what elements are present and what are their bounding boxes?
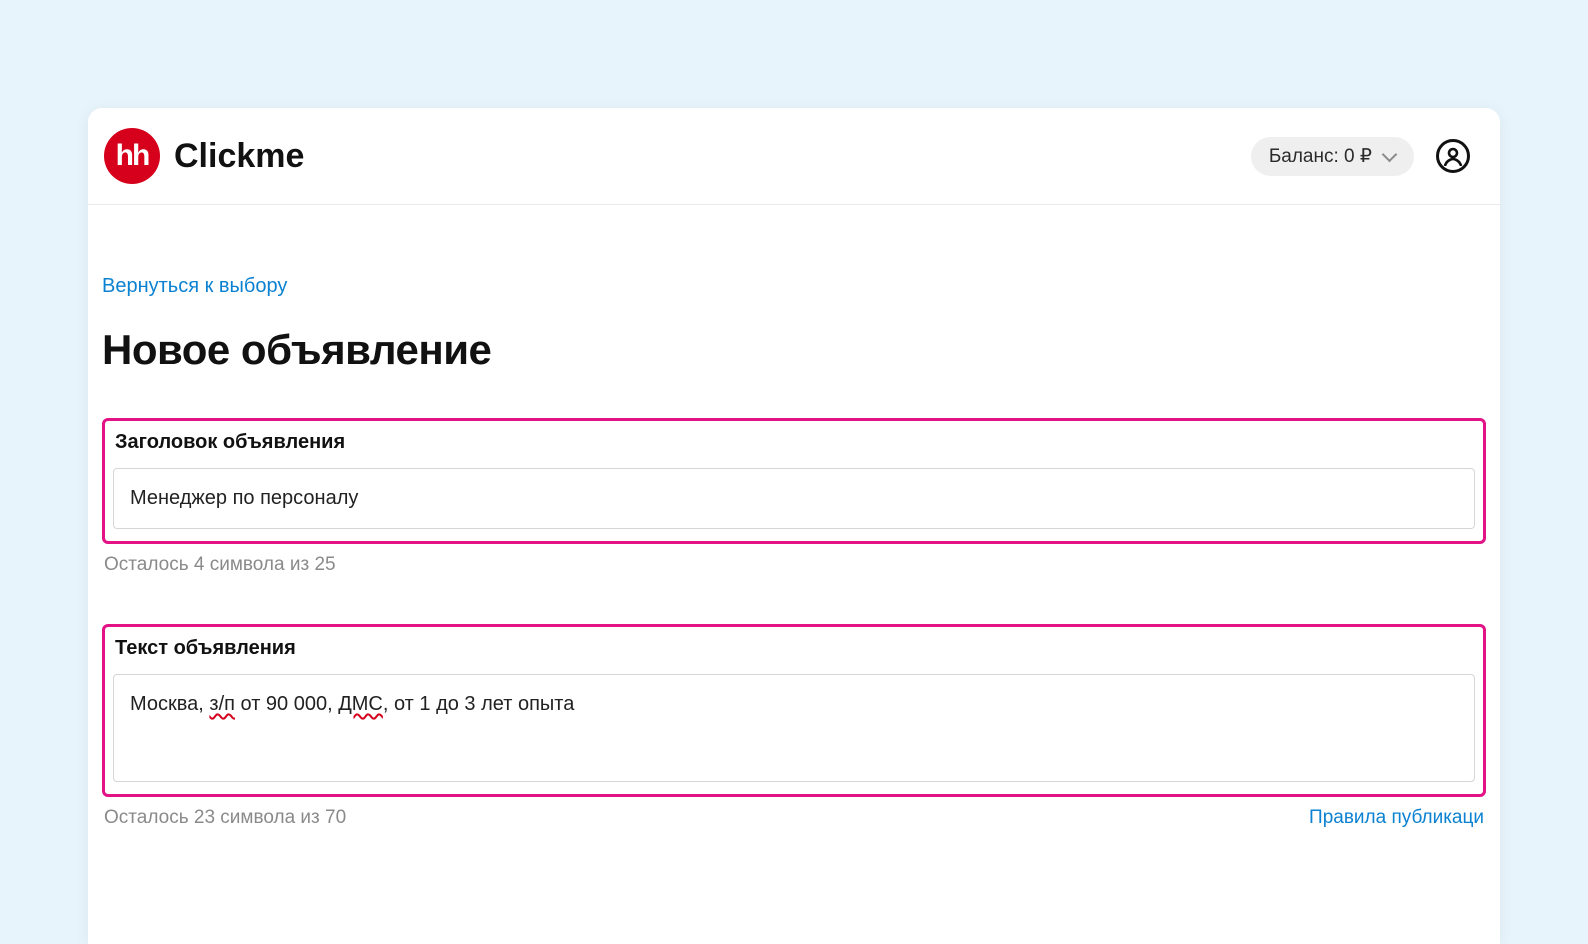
body-text-fragment: з/п [209,693,235,715]
brand-name: Clickme [174,137,304,176]
header: hh Clickme Баланс: 0 ₽ [88,108,1500,205]
body-textarea[interactable]: Москва, з/п от 90 000, ДМС, от 1 до 3 ле… [113,674,1475,782]
brand: hh Clickme [104,128,304,184]
publication-rules-link[interactable]: Правила публикаци [1309,807,1484,829]
title-input[interactable] [113,468,1475,529]
body-remaining-text: Осталось 23 символа из 70 [104,807,346,829]
hh-logo-icon: hh [104,128,160,184]
body-helper-row: Осталось 23 символа из 70 Правила публик… [102,803,1486,829]
body-field-label: Текст объявления [113,637,1475,660]
page-card: hh Clickme Баланс: 0 ₽ Вернуться к выбор… [88,108,1500,944]
profile-avatar-icon[interactable] [1436,139,1470,173]
balance-pill[interactable]: Баланс: 0 ₽ [1251,137,1414,176]
body-field-group: Текст объявления Москва, з/п от 90 000, … [102,624,1486,797]
back-link[interactable]: Вернуться к выбору [102,275,287,297]
title-remaining-text: Осталось 4 символа из 25 [104,554,336,576]
balance-label: Баланс: 0 ₽ [1269,145,1372,168]
header-right: Баланс: 0 ₽ [1251,137,1470,176]
content: Вернуться к выбору Новое объявление Заго… [88,205,1500,829]
title-field-label: Заголовок объявления [113,431,1475,454]
title-field-group: Заголовок объявления [102,418,1486,544]
user-icon [1443,146,1463,166]
title-helper-row: Осталось 4 символа из 25 [102,550,1486,576]
chevron-down-icon [1382,149,1396,163]
page-title: Новое объявление [102,326,1486,374]
body-text-fragment: от 90 000, [235,693,338,715]
body-text-fragment: ДМС [338,693,383,715]
body-text-fragment: , от 1 до 3 лет опыта [383,693,574,715]
body-text-fragment: Москва, [130,693,209,715]
